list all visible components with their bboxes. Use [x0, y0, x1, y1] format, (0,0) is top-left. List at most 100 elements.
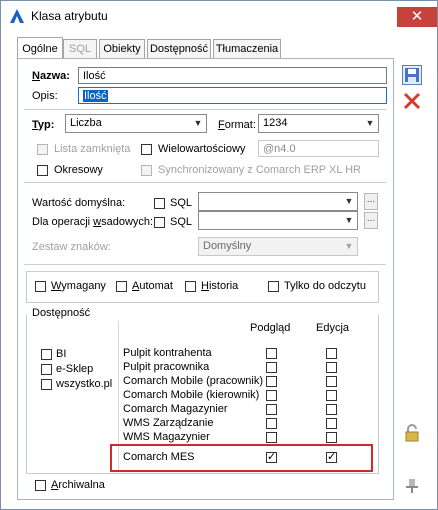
- operacje-sql-label: SQL: [170, 216, 193, 228]
- okresowy-checkbox[interactable]: [37, 165, 48, 176]
- table-row-name: Comarch Mobile (kierownik): [123, 389, 260, 401]
- save-button[interactable]: [402, 65, 422, 85]
- separator: [24, 264, 386, 265]
- wymagany-checkbox[interactable]: [35, 281, 46, 292]
- tab-tlumaczenia[interactable]: Tłumaczenia: [213, 39, 281, 60]
- operacje-wsadowe-label: Dla operacji wsadowych:: [32, 216, 154, 228]
- synchronizowany-label: Synchronizowany z Comarch ERP XL HR: [158, 164, 361, 176]
- wartosc-browse-button[interactable]: ...: [364, 193, 378, 210]
- separator: [24, 182, 386, 183]
- cancel-button[interactable]: [402, 91, 422, 111]
- access-label-bi: BI: [56, 348, 67, 360]
- pin-button[interactable]: [402, 475, 422, 495]
- chevron-down-icon: ▼: [365, 118, 375, 128]
- floppy-disk-icon: [405, 68, 419, 82]
- access-label-e-sklep: e-Sklep: [56, 363, 94, 375]
- edycja-checkbox[interactable]: [326, 348, 337, 359]
- nazwa-input[interactable]: Ilość: [78, 67, 387, 84]
- operacje-wsadowe-select[interactable]: ▼: [198, 211, 358, 230]
- window-title: Klasa atrybutu: [31, 9, 108, 23]
- operacje-browse-button[interactable]: ...: [364, 212, 378, 229]
- edycja-checkbox[interactable]: [326, 376, 337, 387]
- highlight-frame: [110, 444, 373, 472]
- opis-label: Opis:: [32, 90, 58, 102]
- chevron-down-icon: ▼: [193, 118, 203, 128]
- tab-obiekty[interactable]: Obiekty: [99, 39, 145, 60]
- okresowy-label: Okresowy: [54, 164, 103, 176]
- close-x-icon: [403, 92, 421, 110]
- tab-ogolne[interactable]: Ogólne: [17, 37, 63, 60]
- wielowartosciowy-checkbox[interactable]: [141, 144, 152, 155]
- podglad-checkbox[interactable]: [266, 404, 277, 415]
- podglad-checkbox[interactable]: [266, 376, 277, 387]
- typ-select-value: Liczba: [70, 117, 102, 129]
- chevron-down-icon: ▼: [344, 241, 354, 251]
- app-logo-icon: [10, 9, 24, 23]
- edycja-checkbox[interactable]: [326, 362, 337, 373]
- automat-label: Automat: [132, 280, 173, 292]
- lista-zamknieta-label: Lista zamknięta: [54, 143, 131, 155]
- wartosc-domyslna-label: Wartość domyślna:: [32, 197, 126, 209]
- zestaw-znakow-select[interactable]: Domyślny ▼: [198, 237, 358, 256]
- typ-label: Typ:: [32, 119, 55, 131]
- edycja-checkbox[interactable]: [326, 432, 337, 443]
- historia-checkbox[interactable]: [185, 281, 196, 292]
- wielowartosciowy-label: Wielowartościowy: [158, 143, 246, 155]
- table-row-name: WMS Zarządzanie: [123, 417, 214, 429]
- tylko-do-odczytu-label: Tylko do odczytu: [284, 280, 366, 292]
- col-header-podglad: Podgląd: [250, 322, 291, 334]
- attribute-class-window: Klasa atrybutu ✕ Ogólne SQL Obiekty Dost…: [0, 0, 438, 510]
- lista-zamknieta-checkbox[interactable]: [37, 144, 48, 155]
- table-row-name: Comarch Magazynier: [123, 403, 228, 415]
- table-row-name: WMS Magazynier: [123, 431, 210, 443]
- general-tab-panel: Nazwa: Ilość Opis: Ilość Typ: Liczba ▼ F…: [17, 58, 394, 500]
- wartosc-sql-label: SQL: [170, 197, 193, 209]
- col-header-edycja: Edycja: [316, 322, 350, 334]
- separator: [24, 109, 386, 110]
- edycja-checkbox[interactable]: [326, 418, 337, 429]
- format-select-value: 1234: [263, 117, 288, 129]
- edycja-checkbox[interactable]: [326, 404, 337, 415]
- title-bar: Klasa atrybutu ✕: [1, 1, 437, 31]
- opis-input[interactable]: Ilość: [78, 87, 387, 104]
- synchronizowany-checkbox[interactable]: [141, 165, 152, 176]
- access-label-wszystko: wszystko.pl: [56, 378, 113, 390]
- format-select[interactable]: 1234 ▼: [258, 114, 379, 133]
- format-mask-input[interactable]: @n4.0: [258, 140, 379, 157]
- automat-checkbox[interactable]: [116, 281, 127, 292]
- archiwalna-label: Archiwalna: [51, 479, 105, 491]
- window-close-button[interactable]: ✕: [397, 7, 437, 27]
- chevron-down-icon: ▼: [344, 196, 354, 206]
- podglad-checkbox[interactable]: [266, 362, 277, 373]
- wartosc-sql-checkbox[interactable]: [154, 198, 165, 209]
- tylko-do-odczytu-checkbox[interactable]: [268, 281, 279, 292]
- podglad-checkbox[interactable]: [266, 348, 277, 359]
- zestaw-znakow-value: Domyślny: [203, 240, 252, 252]
- operacje-sql-checkbox[interactable]: [154, 217, 165, 228]
- zestaw-znakow-label: Zestaw znaków:: [32, 241, 111, 253]
- typ-select[interactable]: Liczba ▼: [65, 114, 207, 133]
- padlock-icon: [405, 424, 419, 442]
- format-label: Format:: [218, 119, 256, 131]
- lock-button[interactable]: [402, 423, 422, 443]
- wartosc-domyslna-select[interactable]: ▼: [198, 192, 358, 211]
- chevron-down-icon: ▼: [344, 215, 354, 225]
- archiwalna-checkbox[interactable]: [35, 480, 46, 491]
- historia-label: Historia: [201, 280, 239, 292]
- tab-sql[interactable]: SQL: [63, 39, 97, 60]
- podglad-checkbox[interactable]: [266, 390, 277, 401]
- nazwa-label: Nazwa:: [32, 70, 70, 82]
- table-row-name: Pulpit kontrahenta: [123, 347, 212, 359]
- pin-icon: [406, 479, 418, 493]
- access-checkbox-e-sklep[interactable]: [41, 364, 52, 375]
- wymagany-label: Wymagany: [51, 280, 106, 292]
- podglad-checkbox[interactable]: [266, 432, 277, 443]
- access-checkbox-bi[interactable]: [41, 349, 52, 360]
- tab-dostepnosc[interactable]: Dostępność: [147, 39, 211, 60]
- table-row-name: Pulpit pracownika: [123, 361, 210, 373]
- opis-input-value: Ilość: [83, 90, 108, 102]
- edycja-checkbox[interactable]: [326, 390, 337, 401]
- table-row-name: Comarch Mobile (pracownik): [123, 375, 263, 387]
- access-checkbox-wszystko[interactable]: [41, 379, 52, 390]
- podglad-checkbox[interactable]: [266, 418, 277, 429]
